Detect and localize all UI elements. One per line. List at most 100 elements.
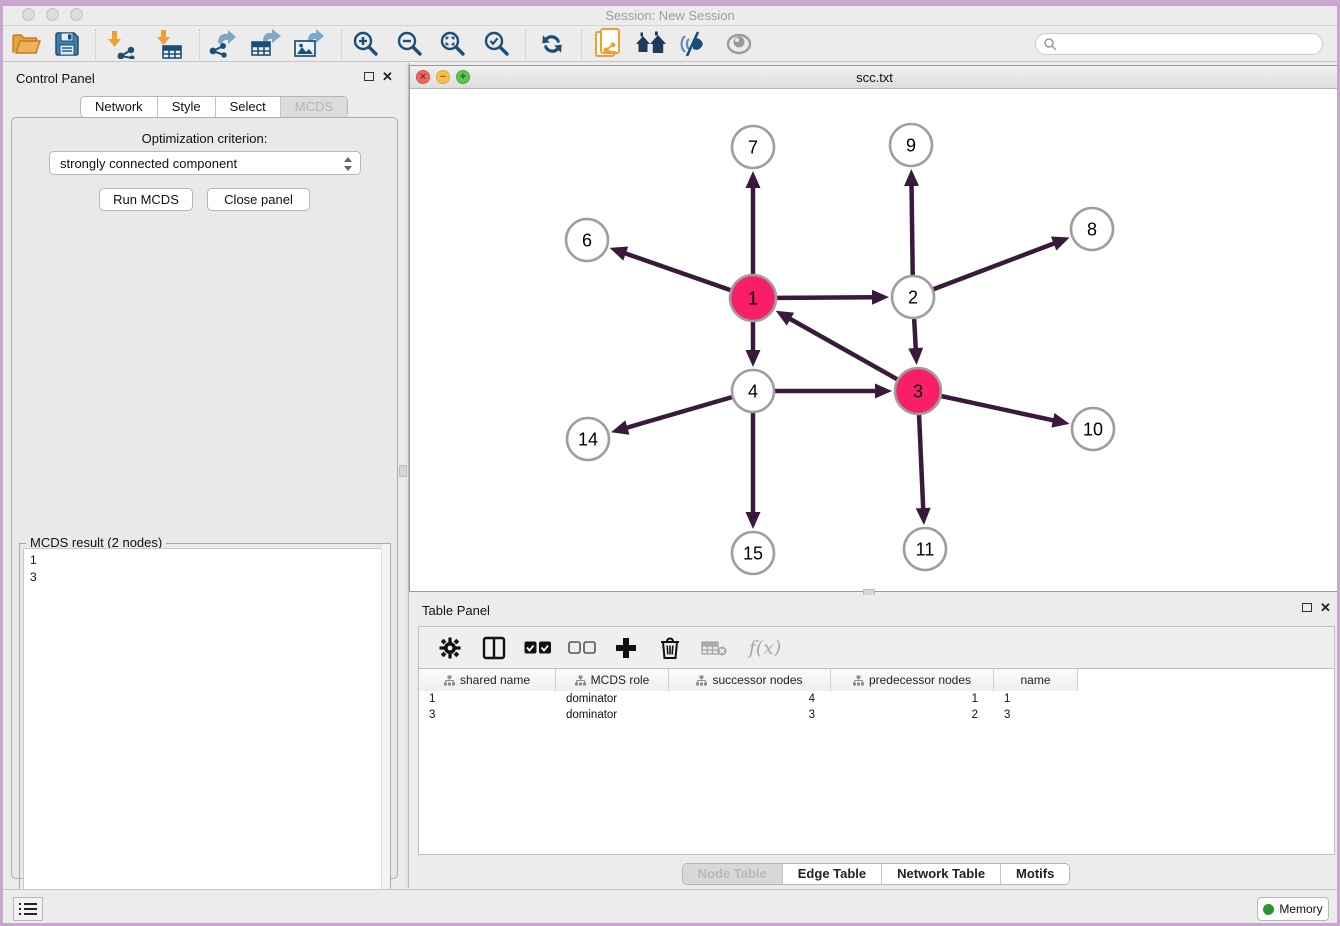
mcds-result-text[interactable]: 1 3 — [23, 548, 387, 919]
edge-arrowhead — [610, 246, 629, 260]
zoom-selected-icon[interactable] — [477, 28, 515, 60]
node-label: 9 — [906, 135, 916, 155]
tab-network-table[interactable]: Network Table — [882, 864, 1001, 884]
add-column-icon[interactable] — [611, 633, 641, 663]
graph-node-4[interactable]: 4 — [732, 370, 774, 412]
column-header-MCDS-role[interactable]: MCDS role — [556, 669, 669, 691]
refresh-icon[interactable] — [533, 28, 571, 60]
import-network-icon[interactable] — [103, 28, 141, 60]
table-panel-title: Table Panel — [422, 603, 490, 618]
open-session-icon[interactable] — [7, 28, 45, 60]
hide-selected-icon[interactable] — [675, 28, 713, 60]
column-header-shared-name[interactable]: shared name — [419, 669, 556, 691]
edge-arrowhead — [746, 350, 761, 367]
network-view-window: × − + scc.txt 7968124314101511 — [409, 65, 1340, 592]
memory-button[interactable]: Memory — [1257, 897, 1329, 921]
result-scrollbar[interactable] — [381, 544, 390, 922]
tab-node-table[interactable]: Node Table — [683, 864, 783, 884]
graph-node-15[interactable]: 15 — [732, 532, 774, 574]
close-panel-icon[interactable]: ✕ — [382, 70, 393, 83]
edge-arrowhead — [904, 169, 919, 186]
node-label: 6 — [582, 230, 592, 250]
zoom-in-icon[interactable] — [346, 28, 384, 60]
edge-2-8[interactable] — [913, 243, 1056, 297]
graph-node-6[interactable]: 6 — [566, 219, 608, 261]
graph-node-10[interactable]: 10 — [1072, 408, 1114, 450]
edge-arrowhead — [875, 384, 892, 399]
graph-node-14[interactable]: 14 — [567, 418, 609, 460]
show-column-panel-icon[interactable] — [479, 633, 509, 663]
close-table-panel-icon[interactable]: ✕ — [1320, 601, 1331, 614]
optimization-criterion-select[interactable]: strongly connected component — [49, 151, 361, 175]
task-history-button[interactable] — [13, 897, 43, 921]
zoom-fit-icon[interactable] — [433, 28, 471, 60]
column-header-label: name — [1020, 673, 1050, 687]
control-panel-tabs: Network Style Select MCDS — [80, 96, 348, 118]
import-table-icon[interactable] — [150, 28, 188, 60]
graph-node-2[interactable]: 2 — [892, 276, 934, 318]
control-panel-header: Control Panel ✕ — [3, 63, 406, 93]
delete-column-trash-icon[interactable] — [655, 633, 685, 663]
close-panel-button[interactable]: Close panel — [207, 188, 310, 211]
first-neighbors-icon[interactable] — [632, 28, 670, 60]
new-session-from-network-icon[interactable] — [589, 28, 627, 60]
table-options-gear-icon[interactable] — [435, 633, 465, 663]
control-panel: Control Panel ✕ Network Style Select MCD… — [3, 63, 406, 888]
edge-arrowhead — [908, 348, 923, 365]
window-frame-strip — [3, 0, 1337, 6]
title-bar: Session: New Session — [3, 0, 1337, 26]
column-header-predecessor-nodes[interactable]: predecessor nodes — [831, 669, 994, 691]
graph-node-3[interactable]: 3 — [895, 368, 941, 414]
toolbar-separator — [95, 29, 96, 59]
search-field[interactable] — [1035, 33, 1323, 55]
select-all-icon[interactable] — [523, 633, 553, 663]
main-toolbar — [3, 27, 1337, 62]
memory-status-icon — [1263, 904, 1274, 915]
graph-node-1[interactable]: 1 — [730, 275, 776, 321]
column-header-label: predecessor nodes — [869, 673, 971, 687]
save-session-icon[interactable] — [48, 28, 86, 60]
search-input[interactable] — [1057, 36, 1322, 52]
tab-edge-table[interactable]: Edge Table — [783, 864, 882, 884]
network-canvas[interactable]: 7 9 6 8 1 2 4 3 14 10 15 11 — [410, 89, 1339, 591]
tab-network[interactable]: Network — [81, 97, 158, 117]
table-row[interactable]: 1dominator411 — [419, 692, 1334, 708]
tab-style[interactable]: Style — [158, 97, 216, 117]
tab-select[interactable]: Select — [216, 97, 281, 117]
column-header-name[interactable]: name — [994, 669, 1078, 691]
toolbar-separator — [525, 29, 526, 59]
export-table-icon[interactable] — [246, 28, 284, 60]
control-panel-title: Control Panel — [16, 71, 95, 86]
toolbar-separator — [581, 29, 582, 59]
tab-motifs[interactable]: Motifs — [1001, 864, 1069, 884]
table-cell: 1 — [994, 692, 1078, 708]
float-panel-icon[interactable] — [364, 72, 374, 81]
delete-table-icon[interactable] — [699, 633, 729, 663]
table-cell: dominator — [556, 708, 669, 724]
graph-node-9[interactable]: 9 — [890, 124, 932, 166]
table-body: 1dominator4113dominator323 — [419, 692, 1334, 724]
edge-arrowhead — [916, 508, 931, 525]
function-builder-icon[interactable]: f(x) — [743, 633, 787, 663]
export-image-icon[interactable] — [289, 28, 327, 60]
column-header-successor-nodes[interactable]: successor nodes — [669, 669, 831, 691]
fx-label: f(x) — [749, 637, 782, 659]
tab-mcds[interactable]: MCDS — [281, 97, 347, 117]
zoom-out-icon[interactable] — [390, 28, 428, 60]
table-toolbar: f(x) — [418, 626, 1335, 668]
table-row[interactable]: 3dominator323 — [419, 708, 1334, 724]
graph-node-8[interactable]: 8 — [1071, 208, 1113, 250]
table-cell: 2 — [831, 708, 994, 724]
table-cell: 3 — [419, 708, 556, 724]
graph-node-7[interactable]: 7 — [732, 126, 774, 168]
float-table-panel-icon[interactable] — [1302, 603, 1312, 612]
table-panel: Table Panel ✕ — [409, 595, 1340, 888]
table-header-row: shared nameMCDS rolesuccessor nodes prede… — [419, 669, 1078, 691]
export-network-icon[interactable] — [203, 28, 241, 60]
hierarchy-icon — [696, 675, 707, 686]
deselect-all-icon[interactable] — [567, 633, 597, 663]
graph-node-11[interactable]: 11 — [904, 528, 946, 570]
show-all-icon[interactable] — [720, 28, 758, 60]
run-mcds-button[interactable]: Run MCDS — [99, 188, 193, 211]
vertical-splitter-handle[interactable] — [399, 465, 407, 477]
